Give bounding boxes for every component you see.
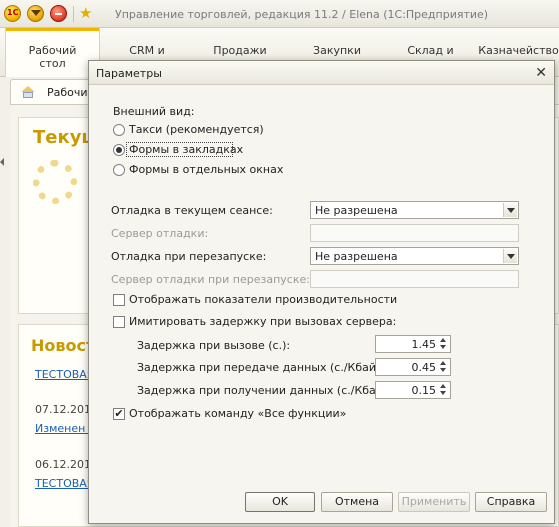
section-desktop[interactable]: Рабочий стол: [5, 28, 100, 77]
chevron-down-icon[interactable]: [503, 203, 517, 217]
emulate-delay-label[interactable]: Имитировать задержку при вызовах сервера…: [129, 315, 396, 328]
radio-tabs[interactable]: [113, 144, 125, 156]
spinner-arrows-icon[interactable]: [439, 337, 449, 351]
radio-tabs-label[interactable]: Формы в закладках: [129, 143, 243, 156]
section-crm-label: CRM и: [129, 44, 165, 57]
main-menu-icon[interactable]: [27, 5, 44, 22]
app-title: Управление торговлей, редакция 11.2 / El…: [115, 8, 489, 21]
logo-1c-icon[interactable]: 1С: [4, 5, 21, 22]
debug-restart-select[interactable]: Не разрешена: [310, 247, 519, 265]
delay-send-value: 0.45: [411, 361, 437, 374]
home-icon: [19, 86, 37, 98]
debug-restart-label: Отладка при перезапуске:: [111, 250, 267, 263]
dialog-close-icon[interactable]: ✕: [535, 65, 547, 81]
dialog-title: Параметры: [96, 67, 162, 80]
title-separator: [73, 6, 74, 22]
cancel-button[interactable]: Отмена: [321, 492, 393, 512]
section-warehouse-label: Склад и: [407, 44, 454, 57]
show-perf-checkbox[interactable]: [113, 294, 125, 306]
chevron-down-icon[interactable]: [503, 249, 517, 263]
debug-server-label: Сервер отладки:: [111, 227, 209, 240]
debug-restart-value: Не разрешена: [315, 250, 398, 263]
show-all-functions-checkbox[interactable]: ✔: [113, 408, 125, 420]
close-window-icon[interactable]: [50, 5, 67, 22]
delay-receive-value: 0.15: [411, 384, 437, 397]
news-link[interactable]: Изменен э: [35, 422, 95, 435]
appearance-label: Внешний вид:: [113, 105, 195, 118]
news-title: Новост: [31, 336, 96, 355]
delay-receive-input[interactable]: 0.15: [375, 381, 451, 399]
radio-windows[interactable]: [113, 164, 125, 176]
radio-windows-label[interactable]: Формы в отдельных окнах: [129, 163, 283, 176]
show-perf-label[interactable]: Отображать показатели производительности: [129, 293, 397, 306]
dialog-header: Параметры ✕: [89, 61, 554, 85]
news-link[interactable]: ТЕСТОВАЯ: [35, 368, 94, 381]
radio-taxi[interactable]: [113, 124, 125, 136]
section-treasury-label: Казначейство: [478, 44, 559, 57]
emulate-delay-checkbox[interactable]: [113, 316, 125, 328]
delay-call-value: 1.45: [411, 338, 437, 351]
collapse-arrow-icon[interactable]: [0, 158, 4, 166]
delay-receive-label: Задержка при получении данных (с./Кбайт)…: [137, 384, 398, 397]
spinner-arrows-icon[interactable]: [439, 383, 449, 397]
delay-call-input[interactable]: 1.45: [375, 335, 451, 353]
news-link[interactable]: ТЕСТОВАЯ: [35, 477, 94, 490]
section-purchases-label: Закупки: [313, 44, 361, 57]
spinner-arrows-icon[interactable]: [439, 360, 449, 374]
debug-server-field: [310, 224, 519, 242]
section-desktop-label: Рабочий стол: [28, 44, 77, 70]
debug-restart-server-field: [310, 270, 519, 288]
show-all-functions-label[interactable]: Отображать команду «Все функции»: [129, 407, 346, 420]
ok-button[interactable]: OK: [245, 492, 315, 512]
delay-send-label: Задержка при передаче данных (с./Кбайт):: [137, 361, 391, 374]
title-bar: 1С ★ Управление торговлей, редакция 11.2…: [0, 0, 559, 28]
section-sales-label: Продажи: [213, 44, 267, 57]
tab-desktop[interactable]: Рабочий: [10, 79, 96, 104]
radio-taxi-label[interactable]: Такси (рекомендуется): [129, 123, 264, 136]
debug-session-select[interactable]: Не разрешена: [310, 201, 519, 219]
debug-session-value: Не разрешена: [315, 204, 398, 217]
help-button[interactable]: Справка: [475, 492, 547, 512]
parameters-dialog: Параметры ✕ Внешний вид: Такси (рекоменд…: [88, 60, 555, 524]
delay-call-label: Задержка при вызове (с.):: [137, 339, 291, 352]
favorites-star-icon[interactable]: ★: [79, 4, 92, 22]
apply-button[interactable]: Применить: [398, 492, 470, 512]
delay-send-input[interactable]: 0.45: [375, 358, 451, 376]
logo-text: 1С: [7, 8, 19, 17]
debug-session-label: Отладка в текущем сеансе:: [111, 204, 273, 217]
debug-restart-server-label: Сервер отладки при перезапуске:: [111, 273, 310, 286]
loading-spinner-icon: [33, 160, 77, 204]
